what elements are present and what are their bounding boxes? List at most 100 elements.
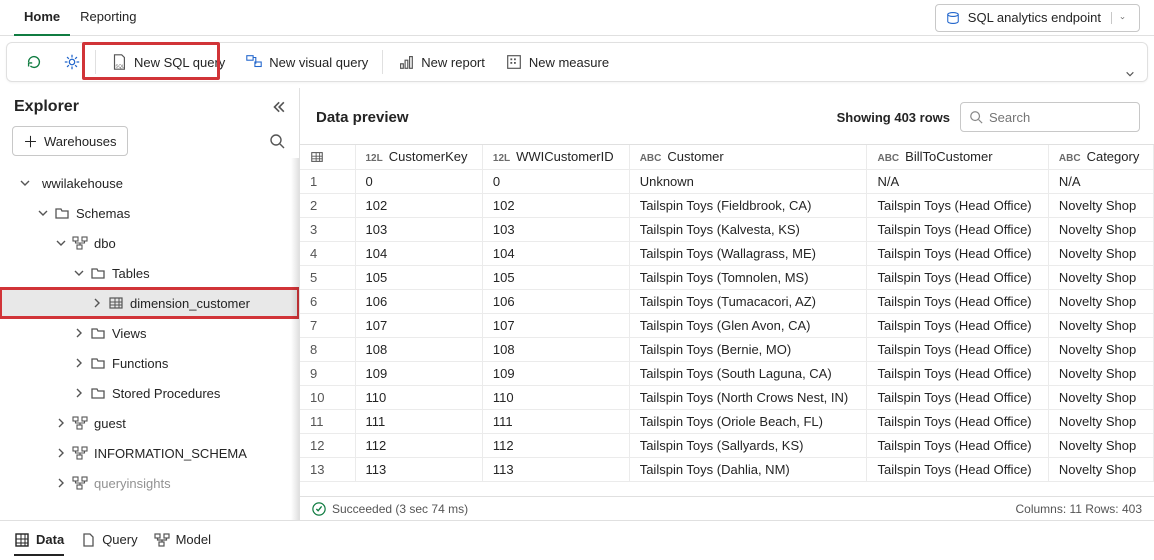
add-warehouses-button[interactable]: ＋ Warehouses <box>12 126 128 156</box>
table-row[interactable]: 10110110Tailspin Toys (North Crows Nest,… <box>300 385 1154 409</box>
success-icon <box>312 502 326 516</box>
tree-node-tables[interactable]: Tables <box>0 258 299 288</box>
tree-node-label: Schemas <box>76 206 130 221</box>
cell: 111 <box>355 409 482 433</box>
file-icon <box>80 532 96 548</box>
cell: Tailspin Toys (Head Office) <box>867 241 1048 265</box>
row-number: 1 <box>300 169 355 193</box>
tree-node-functions[interactable]: Functions <box>0 348 299 378</box>
tree-node-label: guest <box>94 416 126 431</box>
new-visual-query-button[interactable]: New visual query <box>235 46 378 78</box>
cell: Novelty Shop <box>1048 385 1153 409</box>
refresh-button[interactable] <box>15 46 53 78</box>
top-tabbar: Home Reporting SQL analytics endpoint <box>0 0 1154 36</box>
table-row[interactable]: 8108108Tailspin Toys (Bernie, MO)Tailspi… <box>300 337 1154 361</box>
cell: 107 <box>482 313 629 337</box>
column-header-BillToCustomer[interactable]: ABCBillToCustomer <box>867 145 1048 169</box>
cell: 109 <box>355 361 482 385</box>
cell: 112 <box>355 433 482 457</box>
preview-search[interactable] <box>960 102 1140 132</box>
tree-node-information-schema[interactable]: INFORMATION_SCHEMA <box>0 438 299 468</box>
cell: 109 <box>482 361 629 385</box>
chevron-icon <box>36 208 50 218</box>
new-measure-button[interactable]: New measure <box>495 46 619 78</box>
tab-home[interactable]: Home <box>14 0 70 36</box>
toolbar-overflow-icon[interactable] <box>1123 69 1137 79</box>
cell: 113 <box>355 457 482 481</box>
tree-node-label: Views <box>112 326 146 341</box>
cell: Novelty Shop <box>1048 433 1153 457</box>
column-header-WWICustomerID[interactable]: 12LWWICustomerID <box>482 145 629 169</box>
chevron-icon <box>54 238 68 248</box>
cell: Novelty Shop <box>1048 361 1153 385</box>
tab-reporting[interactable]: Reporting <box>70 0 146 36</box>
tree-node-queryinsights[interactable]: queryinsights <box>0 468 299 498</box>
row-number: 2 <box>300 193 355 217</box>
tree-node-dbo[interactable]: dbo <box>0 228 299 258</box>
row-number: 12 <box>300 433 355 457</box>
new-report-label: New report <box>421 55 485 70</box>
toolbar: SQL New SQL query New visual query New r… <box>6 42 1148 82</box>
tree-node-label: wwilakehouse <box>42 176 123 191</box>
footer-tab-query-label: Query <box>102 532 137 547</box>
search-icon <box>969 110 983 124</box>
table-row[interactable]: 11111111Tailspin Toys (Oriole Beach, FL)… <box>300 409 1154 433</box>
table-row[interactable]: 2102102Tailspin Toys (Fieldbrook, CA)Tai… <box>300 193 1154 217</box>
table-row[interactable]: 12112112Tailspin Toys (Sallyards, KS)Tai… <box>300 433 1154 457</box>
table-row[interactable]: 7107107Tailspin Toys (Glen Avon, CA)Tail… <box>300 313 1154 337</box>
tree-node-schemas[interactable]: Schemas <box>0 198 299 228</box>
cell: 111 <box>482 409 629 433</box>
table-row[interactable]: 3103103Tailspin Toys (Kalvesta, KS)Tails… <box>300 217 1154 241</box>
tree-node-stored-procedures[interactable]: Stored Procedures <box>0 378 299 408</box>
cell: Tailspin Toys (Head Office) <box>867 409 1048 433</box>
cell: Tailspin Toys (Oriole Beach, FL) <box>629 409 867 433</box>
refresh-icon <box>25 53 43 71</box>
column-header-Category[interactable]: ABCCategory <box>1048 145 1153 169</box>
chevron-icon <box>72 388 86 398</box>
cell: Tailspin Toys (Head Office) <box>867 457 1048 481</box>
table-row[interactable]: 13113113Tailspin Toys (Dahlia, NM)Tailsp… <box>300 457 1154 481</box>
table-row[interactable]: 5105105Tailspin Toys (Tomnolen, MS)Tails… <box>300 265 1154 289</box>
cell: 110 <box>355 385 482 409</box>
footer-tab-data[interactable]: Data <box>14 526 64 556</box>
cell: Tailspin Toys (Dahlia, NM) <box>629 457 867 481</box>
cell: Tailspin Toys (Tomnolen, MS) <box>629 265 867 289</box>
column-header-CustomerKey[interactable]: 12LCustomerKey <box>355 145 482 169</box>
tree-node-label: dbo <box>94 236 116 251</box>
collapse-explorer-icon[interactable] <box>271 100 285 114</box>
explorer-search-icon[interactable] <box>269 133 285 149</box>
visual-query-icon <box>245 53 263 71</box>
report-icon <box>397 53 415 71</box>
table-row[interactable]: 9109109Tailspin Toys (South Laguna, CA)T… <box>300 361 1154 385</box>
footer-tab-query[interactable]: Query <box>80 526 137 556</box>
table-row[interactable]: 4104104Tailspin Toys (Wallagrass, ME)Tai… <box>300 241 1154 265</box>
tree-node-wwilakehouse[interactable]: wwilakehouse <box>0 168 299 198</box>
new-sql-query-button[interactable]: SQL New SQL query <box>100 46 235 78</box>
svg-text:SQL: SQL <box>115 63 125 68</box>
endpoint-switcher[interactable]: SQL analytics endpoint <box>935 4 1140 32</box>
cell: Tailspin Toys (Head Office) <box>867 337 1048 361</box>
search-input[interactable] <box>989 110 1131 125</box>
cell: 103 <box>482 217 629 241</box>
schema-icon <box>72 235 88 251</box>
folder-icon <box>90 265 106 281</box>
new-report-button[interactable]: New report <box>387 46 495 78</box>
column-header-Customer[interactable]: ABCCustomer <box>629 145 867 169</box>
table-row[interactable]: 6106106Tailspin Toys (Tumacacori, AZ)Tai… <box>300 289 1154 313</box>
cell: Novelty Shop <box>1048 457 1153 481</box>
cell: Tailspin Toys (Fieldbrook, CA) <box>629 193 867 217</box>
cell: Tailspin Toys (North Crows Nest, IN) <box>629 385 867 409</box>
tree-node-dimension-customer[interactable]: dimension_customer <box>0 288 299 318</box>
table-row[interactable]: 100UnknownN/AN/A <box>300 169 1154 193</box>
settings-button[interactable] <box>53 46 91 78</box>
cell: Novelty Shop <box>1048 289 1153 313</box>
footer-tab-model[interactable]: Model <box>154 526 211 556</box>
cell: 106 <box>355 289 482 313</box>
cell: 102 <box>355 193 482 217</box>
new-visual-query-label: New visual query <box>269 55 368 70</box>
tree-node-views[interactable]: Views <box>0 318 299 348</box>
tree-node-guest[interactable]: guest <box>0 408 299 438</box>
cell: 0 <box>482 169 629 193</box>
cell: Unknown <box>629 169 867 193</box>
folder-icon <box>90 385 106 401</box>
